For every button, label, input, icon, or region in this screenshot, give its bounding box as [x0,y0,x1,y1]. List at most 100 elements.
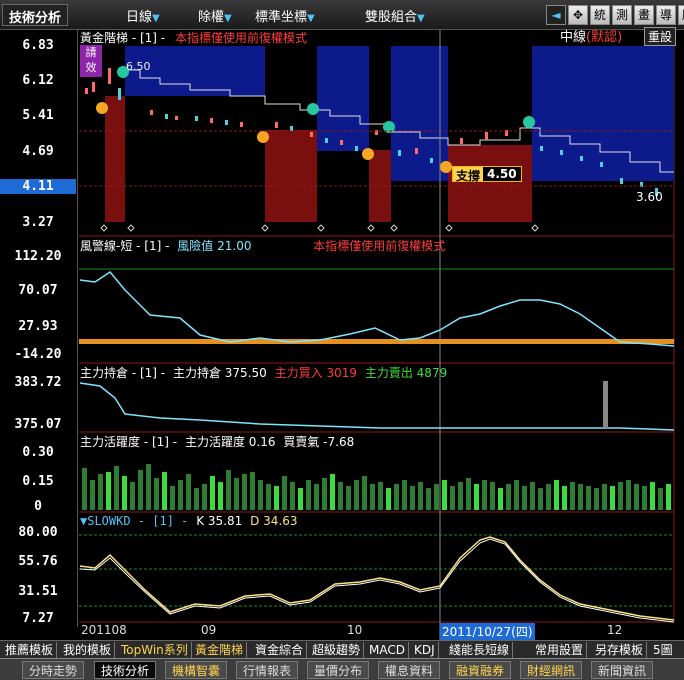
activity-bar [482,480,487,510]
activity-bar [522,486,527,510]
tab-super-trend[interactable]: 超級趨勢 [309,642,365,658]
template-tabs: 推薦模板 我的模板 TopWin系列 黃金階梯 資金綜合 超級趨勢 MACD K… [0,640,684,658]
activity-bar [210,476,215,510]
activity-bar [258,480,263,510]
activity-bar [298,488,303,510]
activity-bar [218,482,223,510]
activity-bar [354,480,359,510]
activity-bar [458,482,463,510]
activity-bar [290,482,295,510]
tab-finance-news[interactable]: 財經網訊 [520,661,583,679]
support-label: 支撐 [453,167,484,183]
tab-save-template[interactable]: 另存模板 [592,642,648,658]
slowkd-title[interactable]: ▼SLOWKD - [1] - [80,514,188,528]
tab-energy[interactable]: 綫能長短線 [446,642,514,658]
holding-title: 主力持倉 - [1] - [80,366,166,380]
tab-institution[interactable]: 機構智囊 [165,661,228,679]
tab-news[interactable]: 新聞資訊 [591,661,654,679]
activity-bar [250,472,255,510]
activity-bar [658,488,663,510]
tab-technical[interactable]: 技術分析 [94,661,157,679]
activity-bar [586,486,591,510]
activity-bar [114,466,119,510]
badge-line2: 效 [85,61,97,74]
tab-recommended[interactable]: 推薦模板 [2,642,58,658]
tab-topwin[interactable]: TopWin系列 [118,642,192,658]
main-title: 黃金階梯 - [1] - [80,31,166,45]
holding-label: 主力持倉 [172,366,221,380]
tab-golden-ladder[interactable]: 黃金階梯 [192,642,248,658]
activity-bar [154,478,159,510]
activity-bar [610,486,615,510]
activity-bar [314,484,319,510]
activity-bar [186,474,191,510]
period-label: 中線(默認) [560,26,622,45]
activity-bar [234,478,239,510]
activity-bar [370,484,375,510]
tab-dividend[interactable]: 權息資料 [378,661,441,679]
activity-bar [514,480,519,510]
strategy-badge[interactable]: 請效 [80,45,102,77]
activity-bar [330,474,335,510]
tab-macd[interactable]: MACD [366,642,409,658]
activity-bar [266,484,271,510]
activity-bar [450,486,455,510]
activity-bar [122,476,127,510]
main-tabs: 分時走勢 技術分析 機構智囊 行情報表 量價分布 權息資料 融資融券 財經網訊 … [0,658,684,680]
activity-bar [402,480,407,510]
activity-bar [538,488,543,510]
reset-button[interactable]: 重設 [644,27,677,46]
period-value: 中線 [560,30,587,45]
activity-bar [434,484,439,510]
tab-capital[interactable]: 資金綜合 [252,642,308,658]
activity-bar [178,480,183,510]
tab-volume-price[interactable]: 量價分布 [307,661,370,679]
holding-value: 375.50 [224,366,267,380]
high-price-label: 6.50 [126,60,151,73]
tab-margin[interactable]: 融資融券 [449,661,512,679]
activity-bar [666,484,671,510]
activity-bar [98,474,103,510]
activity-bar [546,484,551,510]
x-label: 12 [607,623,623,637]
activity-bar [306,480,311,510]
d-label: D [250,514,260,528]
activity-value: 0.16 [248,435,276,449]
activity-bar [394,484,399,510]
activity-bar [642,486,647,510]
activity-label: 主力活躍度 [184,435,245,449]
tab-quotes[interactable]: 行情報表 [236,661,299,679]
tab-kdj[interactable]: KDJ [411,642,439,658]
activity-bar [274,486,279,510]
tab-my-template[interactable]: 我的模板 [60,642,116,658]
tab-settings[interactable]: 常用設置 [532,642,588,658]
activity-bar [506,484,511,510]
activity-bar [474,484,479,510]
risk-value-label: 風險值 [177,239,214,253]
activity-panel-header: 主力活躍度 - [1] - 主力活躍度 0.16 買賣氣 -7.68 [80,433,354,450]
activity-bar [138,470,143,510]
activity-bar [194,488,199,510]
slowkd-panel-header: ▼SLOWKD - [1] - K 35.81 D 34.63 [80,514,298,528]
main-notice: 本指標僅使用前復權模式 [174,31,307,45]
x-label: 10 [347,623,363,637]
activity-bar [322,478,327,510]
activity-bar [386,488,391,510]
activity-bar [106,472,111,510]
activity-bar [498,488,503,510]
x-axis: 201108 09 10 2011/10/27(四) 12 [79,623,674,640]
tab-five-charts[interactable]: 5圖 [650,642,676,658]
low-price-label: 3.60 [636,190,663,204]
tab-intraday[interactable]: 分時走勢 [22,661,85,679]
activity-bar [594,488,599,510]
activity-bar [202,484,207,510]
activity-bar [90,480,95,510]
activity-bar [442,480,447,510]
main-panel-header: 黃金階梯 - [1] - 本指標僅使用前復權模式 [80,29,307,46]
activity-bar [378,482,383,510]
activity-bar [162,472,167,510]
activity-bar [362,476,367,510]
badge-line1: 請 [85,46,97,59]
activity-bar [242,474,247,510]
activity-title: 主力活躍度 - [1] - [80,435,178,449]
